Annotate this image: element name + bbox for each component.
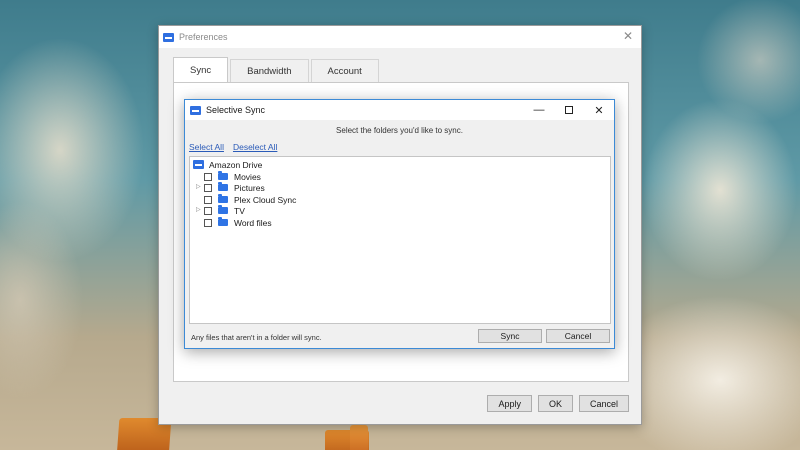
preferences-titlebar[interactable]: Preferences ✕	[159, 26, 641, 48]
selective-sync-dialog: Selective Sync — ✕ Select the folders yo…	[184, 99, 615, 349]
folder-tree[interactable]: Amazon Drive Movies Pictures ▷ Plex Clou…	[189, 156, 611, 324]
tree-item-word-files[interactable]: Word files	[204, 217, 272, 228]
folder-label: Plex Cloud Sync	[234, 194, 297, 205]
expand-arrow-icon[interactable]: ▷	[196, 182, 202, 193]
tab-label: Sync	[190, 65, 212, 76]
sync-button[interactable]: Sync	[478, 329, 542, 343]
cancel-button[interactable]: Cancel	[546, 329, 610, 343]
select-all-link[interactable]: Select All	[189, 142, 224, 152]
footnote-text: Any files that aren't in a folder will s…	[191, 333, 322, 342]
maximize-icon	[565, 106, 573, 114]
background-rock	[350, 425, 368, 450]
tab-bar: Sync Bandwidth Account	[173, 57, 381, 83]
window-controls: — ✕	[524, 100, 614, 120]
selective-sync-titlebar[interactable]: Selective Sync — ✕	[185, 100, 614, 120]
instruction-text: Select the folders you'd like to sync.	[336, 126, 463, 135]
tree-item-tv[interactable]: TV	[204, 205, 245, 216]
folder-checkbox[interactable]	[204, 195, 212, 204]
maximize-button[interactable]	[554, 100, 584, 120]
folder-label: Word files	[234, 217, 272, 228]
selection-links: Select All Deselect All	[189, 142, 277, 152]
tab-label: Account	[327, 66, 362, 77]
cancel-button[interactable]: Cancel	[578, 395, 629, 412]
folder-label: Movies	[234, 171, 261, 182]
folder-label: TV	[234, 205, 245, 216]
root-label: Amazon Drive	[209, 159, 263, 170]
folder-icon	[218, 171, 228, 180]
tab-sync[interactable]: Sync	[173, 57, 229, 83]
close-button[interactable]: ✕	[584, 100, 614, 120]
dialog-title: Selective Sync	[206, 105, 266, 115]
folder-icon	[218, 182, 228, 191]
folder-checkbox[interactable]	[204, 183, 212, 192]
tree-item-plex-cloud-sync[interactable]: Plex Cloud Sync	[204, 194, 296, 205]
minimize-button[interactable]: —	[524, 100, 554, 120]
apply-button[interactable]: Apply	[487, 395, 532, 412]
tree-root[interactable]: Amazon Drive	[193, 159, 262, 170]
amazon-drive-icon	[193, 160, 204, 169]
ok-button[interactable]: OK	[537, 395, 573, 412]
tab-bandwidth[interactable]: Bandwidth	[230, 59, 309, 83]
folder-checkbox[interactable]	[204, 206, 212, 215]
tab-label: Bandwidth	[247, 66, 292, 77]
dialog-buttons: Apply OK Cancel	[487, 395, 629, 412]
tab-account[interactable]: Account	[310, 59, 379, 83]
folder-checkbox[interactable]	[204, 218, 212, 227]
dialog-buttons: Sync Cancel	[478, 329, 610, 343]
folder-checkbox[interactable]	[204, 172, 212, 181]
folder-icon	[218, 205, 228, 214]
folder-label: Pictures	[234, 182, 265, 193]
folder-icon	[218, 217, 228, 226]
window-title: Preferences	[179, 32, 228, 42]
tree-item-pictures[interactable]: Pictures	[204, 182, 265, 193]
close-button[interactable]: ✕	[621, 29, 635, 43]
folder-icon	[218, 194, 228, 203]
tree-item-movies[interactable]: Movies	[204, 171, 261, 182]
deselect-all-link[interactable]: Deselect All	[233, 142, 277, 152]
amazon-drive-icon	[190, 105, 201, 115]
amazon-drive-icon	[163, 32, 174, 42]
expand-arrow-icon[interactable]: ▷	[196, 205, 202, 216]
